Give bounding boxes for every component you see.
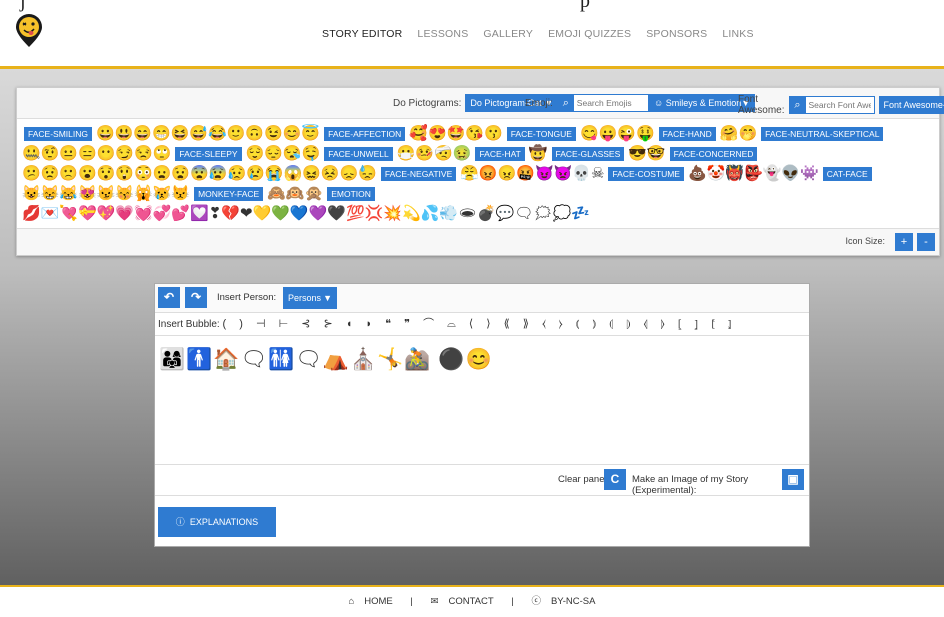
logo-icon[interactable] — [14, 14, 44, 48]
emoji-group-icons[interactable]: 😋😛😜🤑 — [580, 124, 655, 144]
story-editor: ↶ ↷ Insert Person: Persons ▼ Insert Bubb… — [154, 283, 810, 547]
emoji-search-group: Emoji: ⌕ — [525, 94, 649, 112]
emoji-group-tag[interactable]: FACE-HAT — [475, 147, 524, 161]
contact-link[interactable]: ✉ CONTACT — [426, 596, 499, 607]
font-awesome-label: Font Awesome: — [738, 94, 785, 116]
emoji-grid: FACE-SMILING 😀😃😄😁😆😅😂🙂🙃😉😊😇 FACE-AFFECTION 🥰😍… — [21, 124, 933, 224]
emoji-group-tag[interactable]: CAT-FACE — [823, 167, 872, 181]
emoji-group-icons[interactable]: 🤐🤨😐😑😶😏😒🙄 — [22, 144, 171, 164]
clipped-text-right: p — [580, 0, 591, 13]
nav-lessons[interactable]: LESSONS — [417, 28, 468, 40]
insert-person-label: Insert Person: — [217, 292, 276, 303]
nav-gallery[interactable]: GALLERY — [483, 28, 533, 40]
story-pictograms[interactable]: 👨‍👩‍👧🚹🏠🗨🚻🗨⛺⛪🤸🚵 ⚫😊 — [159, 348, 493, 372]
icon-size-decrease-button[interactable]: - — [917, 233, 935, 251]
emoji-group-tag[interactable]: FACE-COSTUME — [608, 167, 684, 181]
emoji-search[interactable]: ⌕ — [557, 94, 649, 112]
emoji-group-tag[interactable]: MONKEY-FACE — [194, 187, 263, 201]
nav-links[interactable]: LINKS — [722, 28, 753, 40]
footer: ⌂ HOME | ✉ CONTACT | ⓒ BY-NC-SA — [0, 587, 944, 615]
emoji-group-tag[interactable]: FACE-NEGATIVE — [381, 167, 456, 181]
emoji-search-input[interactable] — [574, 96, 648, 110]
emoji-group-tag[interactable]: FACE-NEUTRAL-SKEPTICAL — [761, 127, 883, 141]
contact-label: CONTACT — [448, 596, 493, 607]
emoji-category-value: Smileys & Emotion — [666, 98, 742, 108]
font-awesome-category-select[interactable]: Font Awesome-Cat▼ — [879, 96, 944, 114]
font-awesome-group: Font Awesome: ⌕ Font Awesome-Cat▼ — [738, 94, 944, 116]
explanations-button[interactable]: ⓘ EXPLANATIONS — [158, 507, 276, 537]
emoji-group-icons[interactable]: 😌😔😪🤤 — [246, 144, 321, 164]
picker-toolbar: Do Pictograms: Do Pictogram-Cat ▼ Emoji:… — [17, 88, 939, 119]
emoji-group-icons[interactable]: 😀😃😄😁😆😅😂🙂🙃😉😊😇 — [96, 124, 320, 144]
emoji-group-tag[interactable]: EMOTION — [327, 187, 375, 201]
emoji-group-icons[interactable]: 🤗🤭 — [720, 124, 757, 144]
insert-bubble-label: Insert Bubble: — [158, 319, 220, 330]
home-label: HOME — [364, 596, 393, 607]
emoji-group-tag[interactable]: FACE-AFFECTION — [324, 127, 405, 141]
emoji-group-icons[interactable]: 💋💌💘💝💖💗💓💞💕💟❣💔❤💛💚💙💜🖤💯💢💥💫💦💨🕳💣💬🗨🗯💭💤 — [22, 204, 590, 224]
redo-button[interactable]: ↷ — [185, 287, 207, 308]
clear-panel-button[interactable]: C — [604, 469, 626, 490]
person-select[interactable]: Persons ▼ — [283, 287, 337, 309]
clear-panel-label: Clear panel: — [558, 474, 609, 485]
smiley-icon: ☺ — [654, 98, 663, 108]
editor-actions: Clear panel: C Make an Image of my Story… — [155, 465, 809, 496]
pictograms-label: Do Pictograms: — [393, 98, 461, 109]
font-awesome-search[interactable]: ⌕ — [789, 96, 875, 114]
emoji-group-tag[interactable]: FACE-UNWELL — [324, 147, 392, 161]
bubble-row: Insert Bubble: ( ) ⊣ ⊢ ⊰ ⊱ ◖ ◗ ❝ ❞ ⌒ ⌓ ⟨… — [155, 313, 809, 336]
caret-down-icon: ▼ — [323, 290, 332, 306]
icon-size-label: Icon Size: — [845, 236, 885, 246]
picker-footer: Icon Size: + - — [17, 228, 939, 255]
undo-button[interactable]: ↶ — [158, 287, 180, 308]
question-circle-icon: ⓘ — [176, 517, 185, 527]
emoji-picker-panel: Do Pictograms: Do Pictogram-Cat ▼ Emoji:… — [16, 87, 940, 256]
top-navigation: STORY EDITOR LESSONS GALLERY EMOJI QUIZZ… — [0, 0, 944, 66]
emoji-group-icons[interactable]: 😷🤒🤕🤢 — [397, 144, 472, 164]
main-nav: STORY EDITOR LESSONS GALLERY EMOJI QUIZZ… — [322, 28, 754, 40]
emoji-group-icons[interactable]: 🤠 — [529, 144, 548, 164]
home-link[interactable]: ⌂ HOME — [344, 596, 398, 607]
license-label: BY-NC-SA — [551, 596, 596, 607]
editor-toolbar: ↶ ↷ Insert Person: Persons ▼ — [155, 284, 809, 313]
footer-separator: | — [511, 596, 513, 607]
emoji-group-tag[interactable]: FACE-HAND — [659, 127, 716, 141]
nav-sponsors[interactable]: SPONSORS — [646, 28, 707, 40]
clipped-text-left: j — [20, 0, 27, 12]
icon-size-increase-button[interactable]: + — [895, 233, 913, 251]
font-awesome-category-value: Font Awesome-Cat — [884, 100, 944, 110]
emoji-group-icons[interactable]: 🙈🙉🙊 — [267, 184, 323, 204]
mail-icon: ✉ — [431, 596, 439, 607]
emoji-group-icons[interactable]: 😤😡😠🤬😈👿💀☠ — [460, 164, 604, 184]
emoji-group-tag[interactable]: FACE-SLEEPY — [175, 147, 241, 161]
bubble-options[interactable]: ( ) ⊣ ⊢ ⊰ ⊱ ◖ ◗ ❝ ❞ ⌒ ⌓ ⟨ ⟩ ⟪ ⟫ ⧼ ⧽ ⦅ ⦆ … — [223, 318, 737, 330]
emoji-group-icons[interactable]: 😕😟🙁😮😯😲😳😦😧😨😰😥😢😭😱😖😣😞😓 — [22, 164, 377, 184]
story-canvas[interactable]: 👨‍👩‍👧🚹🏠🗨🚻🗨⛺⛪🤸🚵 ⚫😊 — [155, 336, 809, 465]
clipped-heading-text: j p — [20, 0, 27, 13]
nav-emoji-quizzes[interactable]: EMOJI QUIZZES — [548, 28, 631, 40]
emoji-group-icons[interactable]: 💩🤡👹👺👻👽👾 — [688, 164, 819, 184]
license-link[interactable]: ⓒ BY-NC-SA — [526, 596, 600, 607]
search-icon: ⌕ — [790, 97, 806, 113]
nav-story-editor[interactable]: STORY EDITOR — [322, 28, 402, 40]
explanations-label: EXPLANATIONS — [190, 517, 258, 527]
person-select-value: Persons — [288, 293, 321, 303]
cc-icon: ⓒ — [531, 596, 541, 607]
emoji-group-icons[interactable]: 😺😸😹😻😼😽🙀😿😾 — [22, 184, 190, 204]
emoji-group-tag[interactable]: FACE-CONCERNED — [670, 147, 758, 161]
emoji-group-tag[interactable]: FACE-SMILING — [24, 127, 92, 141]
emoji-group-icons[interactable]: 😎🤓 — [628, 144, 665, 164]
home-icon: ⌂ — [349, 596, 355, 607]
camera-icon[interactable]: ▣ — [782, 469, 804, 490]
search-icon: ⌕ — [558, 95, 574, 111]
emoji-group-tag[interactable]: FACE-GLASSES — [552, 147, 625, 161]
emoji-group-tag[interactable]: FACE-TONGUE — [507, 127, 576, 141]
emoji-label: Emoji: — [525, 98, 553, 109]
footer-separator: | — [410, 596, 412, 607]
emoji-group-icons[interactable]: 🥰😍🤩😘😗 — [409, 124, 502, 144]
font-awesome-search-input[interactable] — [806, 98, 874, 112]
